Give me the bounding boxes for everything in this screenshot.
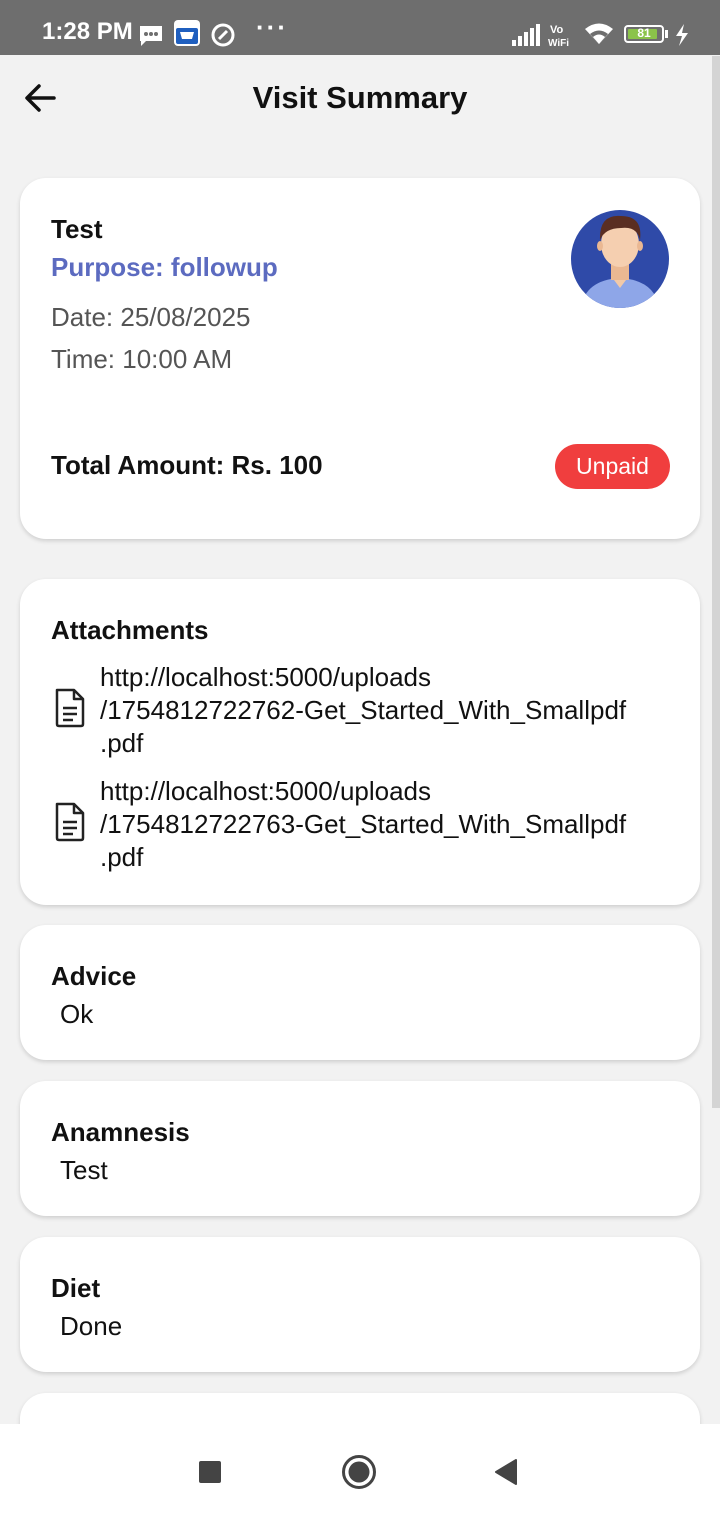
- attachment-url[interactable]: http://localhost:5000/uploads /175481272…: [100, 661, 626, 760]
- battery-cap: [665, 30, 668, 38]
- advice-card: Advice Ok: [20, 925, 700, 1060]
- diet-title: Diet: [51, 1273, 101, 1303]
- visit-date: Date: 25/08/2025: [51, 302, 251, 332]
- charging-icon: [676, 24, 688, 46]
- patient-name: Test: [51, 214, 103, 244]
- advice-text: Ok: [60, 999, 94, 1029]
- page-title: Visit Summary: [252, 80, 468, 115]
- circle-icon[interactable]: [341, 1454, 377, 1490]
- diet-text: Done: [60, 1311, 123, 1341]
- attachments-card: Attachments http://localhost:5000/upload…: [20, 579, 700, 905]
- advice-title: Advice: [51, 961, 137, 991]
- battery-level: 81: [637, 26, 651, 40]
- svg-text:WiFi: WiFi: [548, 38, 569, 48]
- status-bar: 1:28 PM ··· Vo WiFi 81: [0, 0, 720, 55]
- status-time: 1:28 PM: [42, 18, 133, 45]
- square-icon[interactable]: [198, 1460, 222, 1484]
- battery-icon: 81: [624, 25, 664, 43]
- message-icon: [140, 26, 162, 46]
- attachment-url-line: .pdf: [100, 728, 144, 758]
- attachment-item[interactable]: http://localhost:5000/uploads /175481272…: [50, 661, 680, 761]
- visit-purpose: Purpose: followup: [51, 252, 278, 282]
- total-amount: Total Amount: Rs. 100: [51, 450, 323, 480]
- attachment-url-line: http://localhost:5000/uploads: [100, 776, 432, 806]
- document-icon: [55, 802, 85, 842]
- attachment-url-line: /1754812722763-Get_Started_With_Smallpdf: [100, 809, 627, 839]
- navigation-bar: [0, 1424, 720, 1520]
- attachment-item[interactable]: http://localhost:5000/uploads /175481272…: [50, 775, 680, 875]
- avatar: [571, 210, 669, 308]
- attachment-url-line: http://localhost:5000/uploads: [100, 662, 432, 692]
- vowifi-icon: Vo WiFi: [548, 24, 569, 48]
- triangle-back-icon[interactable]: [494, 1458, 518, 1486]
- attachment-url[interactable]: http://localhost:5000/uploads /175481272…: [100, 775, 626, 874]
- document-icon: [55, 688, 85, 728]
- anamnesis-card: Anamnesis Test: [20, 1081, 700, 1216]
- status-badge[interactable]: Unpaid: [555, 444, 670, 489]
- signal-icon: [512, 24, 540, 46]
- visit-time: Time: 10:00 AM: [51, 344, 233, 374]
- amazon-shopping-icon: [174, 20, 200, 46]
- diet-card: Diet Done: [20, 1237, 700, 1372]
- scrollbar[interactable]: [712, 56, 720, 1108]
- svg-text:Vo: Vo: [550, 24, 564, 36]
- attachment-url-line: .pdf: [100, 842, 144, 872]
- visit-summary-card: Test Purpose: followup Date: 25/08/2025 …: [20, 178, 700, 539]
- wifi-icon: [585, 23, 613, 44]
- attachment-url-line: /1754812722762-Get_Started_With_Smallpdf: [100, 695, 627, 725]
- anamnesis-text: Test: [60, 1155, 108, 1185]
- anamnesis-title: Anamnesis: [51, 1117, 190, 1147]
- more-dots-icon: ···: [256, 12, 288, 42]
- attachments-title: Attachments: [51, 615, 209, 645]
- vpn-icon: [211, 23, 235, 47]
